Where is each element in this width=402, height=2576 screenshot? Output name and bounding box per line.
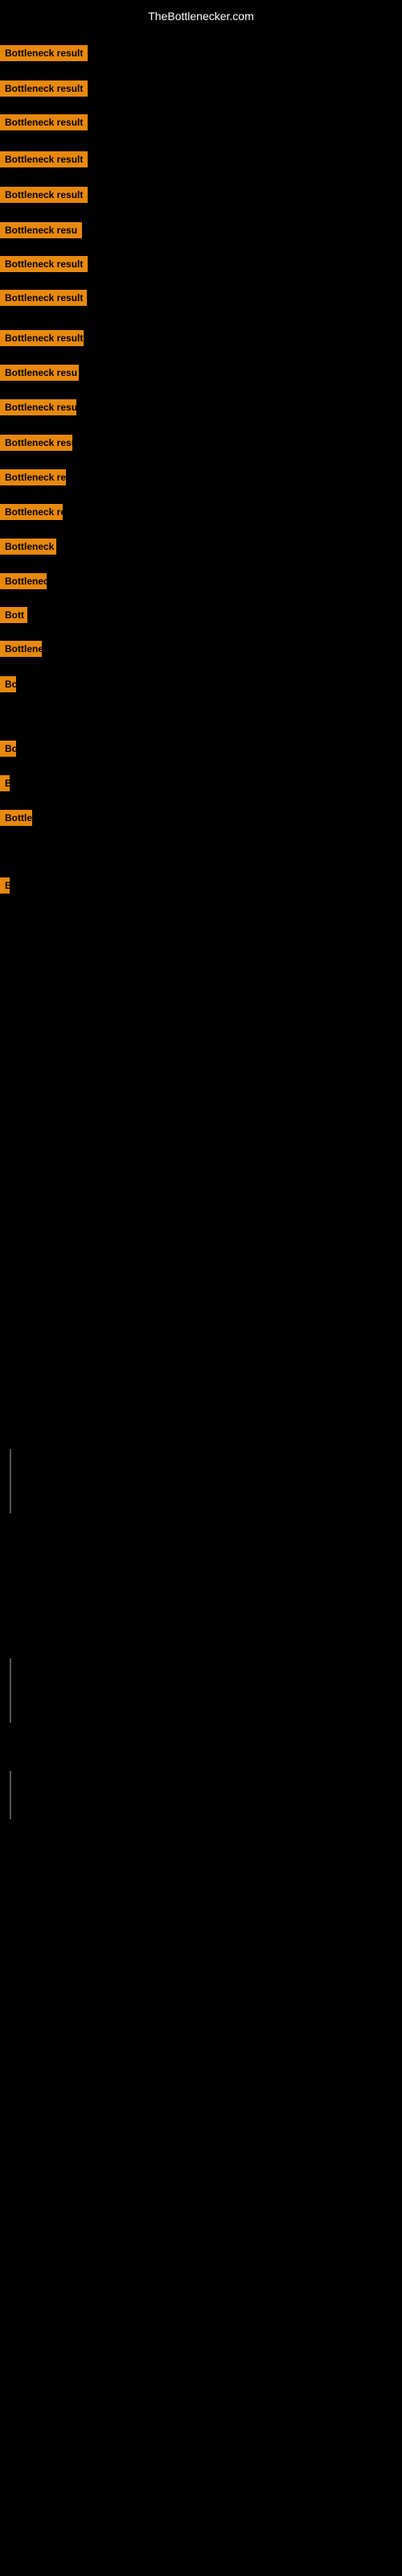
vertical-line-1	[10, 1658, 11, 1723]
bottleneck-badge-1: Bottleneck result	[0, 80, 88, 97]
bottleneck-badge-6: Bottleneck result	[0, 256, 88, 272]
vertical-line-2	[10, 1771, 11, 1819]
bottleneck-badge-13: Bottleneck res	[0, 504, 63, 520]
bottleneck-badge-12: Bottleneck res	[0, 469, 66, 485]
bottleneck-badge-11: Bottleneck resu	[0, 435, 72, 451]
bottleneck-badge-19: Bo	[0, 741, 16, 757]
bottleneck-badge-22: B	[0, 877, 10, 894]
bottleneck-badge-7: Bottleneck result	[0, 290, 87, 306]
bottleneck-badge-5: Bottleneck resu	[0, 222, 82, 238]
bottleneck-badge-15: Bottlenec	[0, 573, 47, 589]
bottleneck-badge-2: Bottleneck result	[0, 114, 88, 130]
bottleneck-badge-9: Bottleneck resu	[0, 365, 79, 381]
bottleneck-badge-3: Bottleneck result	[0, 151, 88, 167]
bottleneck-badge-10: Bottleneck resu	[0, 399, 76, 415]
vertical-line-0	[10, 1449, 11, 1513]
bottleneck-badge-16: Bott	[0, 607, 27, 623]
bottleneck-badge-18: Bo	[0, 676, 16, 692]
bottleneck-badge-8: Bottleneck result	[0, 330, 84, 346]
bottleneck-badge-0: Bottleneck result	[0, 45, 88, 61]
bottleneck-badge-4: Bottleneck result	[0, 187, 88, 203]
bottleneck-badge-20: B	[0, 775, 10, 791]
bottleneck-badge-14: Bottleneck re	[0, 539, 56, 555]
bottleneck-badge-21: Bottle	[0, 810, 32, 826]
bottleneck-badge-17: Bottlene	[0, 641, 42, 657]
